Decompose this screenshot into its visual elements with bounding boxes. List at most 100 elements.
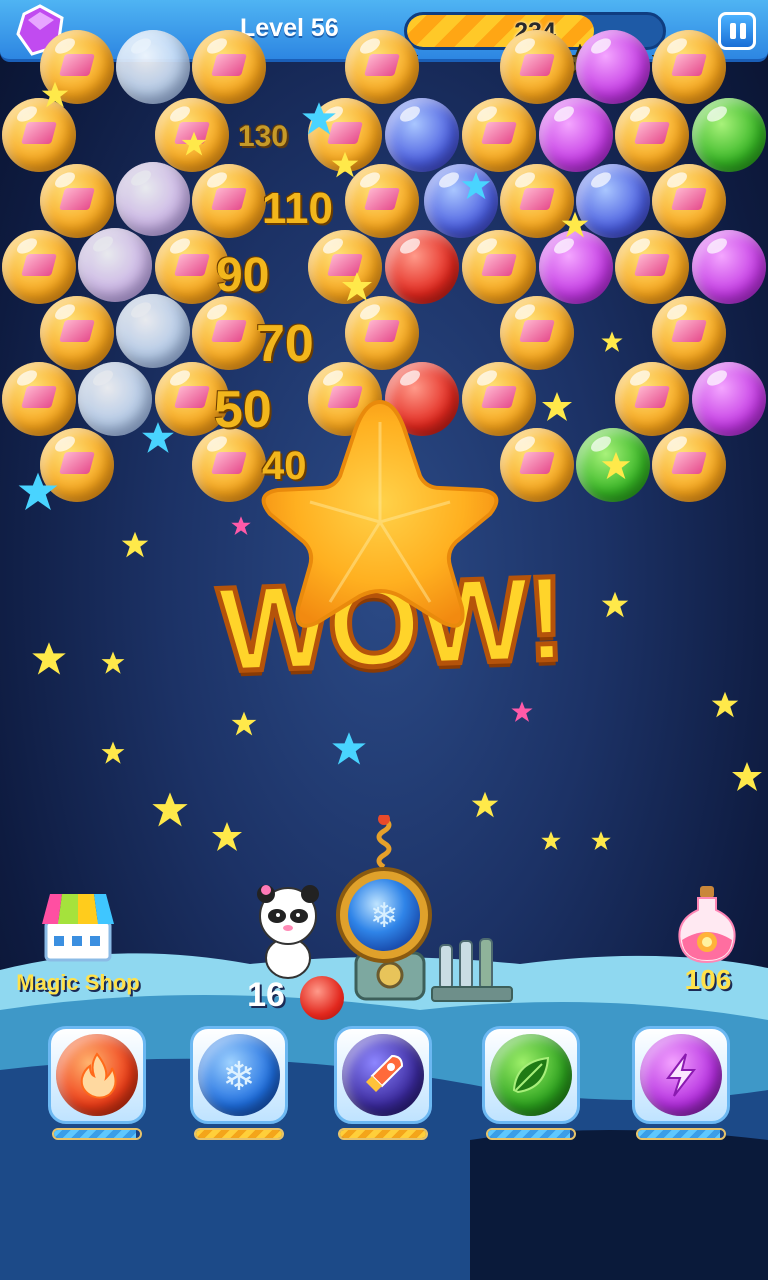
sparkle-star-icon	[342, 272, 372, 301]
sparkle-star-icon	[541, 831, 561, 851]
sparkle-star-icon	[181, 131, 207, 156]
gold-bubble	[192, 164, 266, 238]
panda-character	[257, 885, 319, 979]
points-popup: 130	[238, 120, 289, 153]
booster-charge-fill	[638, 1130, 720, 1138]
snowflake-icon: ❄	[222, 1054, 256, 1100]
leaf-orb	[490, 1034, 572, 1116]
sparkle-star-icon	[32, 642, 66, 675]
booster-charge-fill	[54, 1130, 136, 1138]
lightning-orb	[640, 1034, 722, 1116]
big-star-icon	[261, 399, 499, 628]
magic-shop-button[interactable]: Magic Shop	[4, 888, 152, 1008]
potion-icon[interactable]	[672, 884, 742, 964]
purple-bubble	[692, 362, 766, 436]
sparkle-star-icon	[561, 211, 589, 238]
sparkle-star-icon	[601, 331, 623, 352]
sparkle-star-icon	[511, 701, 533, 722]
purple-bubble	[576, 30, 650, 104]
booster-charge-bar	[486, 1128, 576, 1140]
booster-fire[interactable]	[48, 1026, 146, 1146]
booster-charge-bar	[194, 1128, 284, 1140]
rocket-icon	[366, 1054, 404, 1092]
gold-bubble	[40, 164, 114, 238]
gold-bubble	[192, 296, 266, 370]
ice-bubble	[78, 228, 152, 302]
sparkle-star-icon	[711, 691, 739, 718]
svg-text:❄: ❄	[222, 1054, 256, 1100]
points-popup: 90	[216, 249, 270, 302]
sparkle-star-icon	[152, 792, 188, 827]
gold-bubble	[615, 230, 689, 304]
green-bubble	[692, 98, 766, 172]
red-bubble	[385, 230, 459, 304]
sparkle-star-icon	[101, 741, 125, 764]
sparkle-star-icon	[332, 732, 366, 765]
gold-bubble	[2, 230, 76, 304]
potion-count: 106	[684, 964, 732, 995]
booster-charge-fill	[488, 1130, 570, 1138]
gold-bubble	[40, 296, 114, 370]
gold-bubble	[500, 296, 574, 370]
gold-bubble	[462, 230, 536, 304]
purple-bubble	[692, 230, 766, 304]
sparkle-star-icon	[212, 822, 242, 851]
points-popup: 70	[256, 315, 314, 373]
booster-charge-fill	[196, 1130, 282, 1138]
sparkle-star-icon	[591, 831, 611, 851]
booster-charge-fill	[340, 1130, 426, 1138]
gold-bubble	[2, 362, 76, 436]
gold-bubble	[652, 30, 726, 104]
sparkle-star-icon	[601, 451, 631, 480]
fire-icon	[80, 1052, 117, 1099]
sparkle-star-icon	[41, 81, 69, 108]
sparkle-star-icon	[732, 762, 762, 791]
booster-lightning[interactable]	[632, 1026, 730, 1146]
booster-leaf[interactable]	[482, 1026, 580, 1146]
sparkle-star-icon	[142, 422, 174, 453]
purple-bubble	[539, 230, 613, 304]
sparkle-star-icon	[331, 151, 359, 178]
gold-bubble	[345, 30, 419, 104]
sparkle-star-icon	[121, 531, 149, 558]
gold-bubble	[500, 30, 574, 104]
gold-bubble	[500, 428, 574, 502]
sparkle-star-icon	[601, 591, 629, 618]
booster-charge-bar	[636, 1128, 726, 1140]
rocket-bubble	[385, 98, 459, 172]
sparkle-star-icon	[231, 711, 257, 736]
booster-rocket[interactable]	[334, 1026, 432, 1146]
booster-charge-bar	[338, 1128, 428, 1140]
gold-bubble	[652, 296, 726, 370]
booster-charge-bar	[52, 1128, 142, 1140]
rocket-orb	[342, 1034, 424, 1116]
svg-text:❄: ❄	[370, 896, 399, 936]
bubble-cannon[interactable]: ❄	[320, 815, 540, 1015]
ice-orb: ❄	[198, 1034, 280, 1116]
next-bubble-red[interactable]	[300, 976, 344, 1020]
fire-orb	[56, 1034, 138, 1116]
ice-bubble	[116, 294, 190, 368]
ice-bubble	[116, 30, 190, 104]
leaf-icon	[512, 1056, 550, 1094]
sparkle-star-icon	[542, 392, 572, 421]
sparkle-star-icon	[18, 472, 58, 511]
gold-bubble	[615, 362, 689, 436]
gold-bubble	[652, 164, 726, 238]
sparkle-star-icon	[302, 102, 336, 135]
magic-shop-label: Magic Shop	[16, 970, 140, 995]
gold-bubble	[192, 30, 266, 104]
pause-button[interactable]	[718, 12, 756, 50]
ice-bubble	[116, 162, 190, 236]
sparkle-star-icon	[101, 651, 125, 674]
purple-bubble	[539, 98, 613, 172]
gold-bubble	[615, 98, 689, 172]
gold-bubble	[462, 98, 536, 172]
shots-remaining: 16	[247, 976, 285, 1014]
lightning-icon	[666, 1053, 697, 1097]
gold-bubble	[652, 428, 726, 502]
sparkle-star-icon	[231, 516, 251, 536]
booster-ice[interactable]: ❄	[190, 1026, 288, 1146]
shop-icon	[42, 894, 114, 962]
points-popup: 110	[262, 184, 333, 233]
